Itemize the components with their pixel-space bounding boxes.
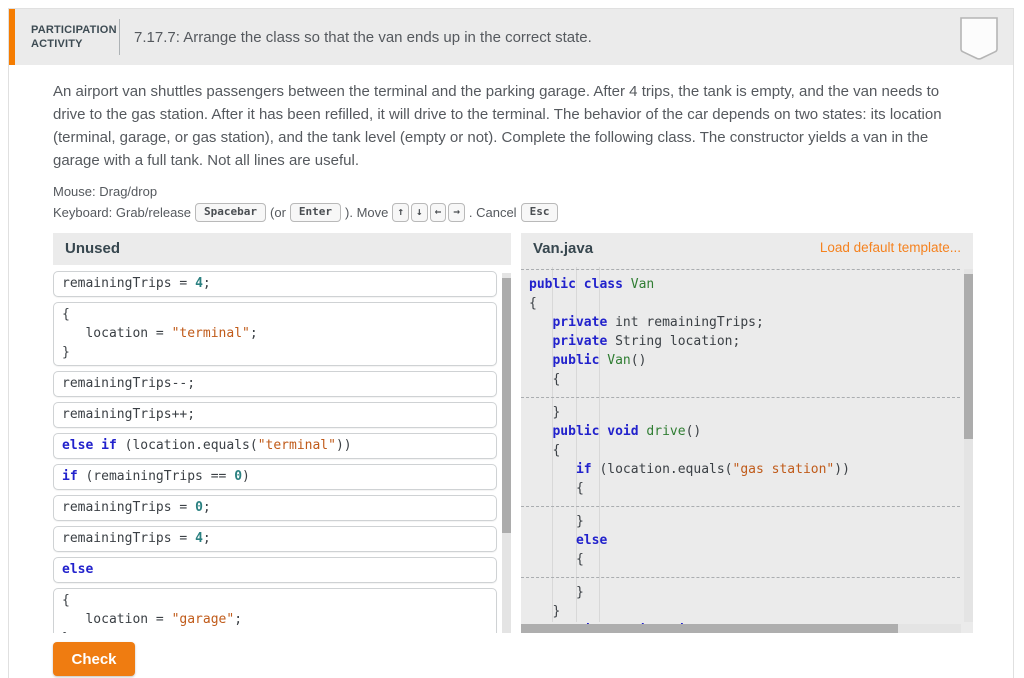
esc-key-badge: Esc [520,203,559,222]
code-line: { [62,593,70,608]
cancel-text: . Cancel [468,205,517,220]
code-line: { [529,372,561,387]
completion-badge-icon [959,17,999,66]
move-text: ). Move [345,205,389,220]
accent-bar [9,9,15,65]
code-line: { [529,552,584,567]
code-line: remainingTrips = 4; [62,276,211,291]
code-line: } [62,629,488,633]
code-line: public void drive() [552,424,702,439]
keyboard-instructions-prefix: Keyboard: Grab/release [53,205,192,220]
arrow-down-icon: ↓ [411,203,428,222]
vanjava-code-area: public class Van { private int remainingT… [521,265,973,633]
template-code-segment[interactable]: } public void drive() { if (location.equ… [521,397,960,506]
unused-panel-scrollbar-thumb[interactable] [502,278,511,533]
activity-card: PARTICIPATION ACTIVITY 7.17.7: Arrange t… [8,8,1014,678]
code-line: { [529,296,537,311]
participation-activity-header: PARTICIPATION ACTIVITY 7.17.7: Arrange t… [9,9,1013,65]
unused-code-block[interactable]: else [53,557,497,583]
mouse-instructions: Mouse: Drag/drop [53,184,158,199]
code-line: } [529,585,584,600]
unused-blocks-area: remainingTrips = 4; { location = "termina… [53,271,511,633]
vanjava-vertical-scrollbar-thumb[interactable] [964,274,973,439]
code-line: remainingTrips = 0; [62,500,211,515]
code-line: else [62,562,94,577]
unused-code-block[interactable]: else if (location.equals("terminal")) [53,433,497,459]
spacebar-key-badge: Spacebar [195,203,267,222]
vanjava-code-segments: public class Van { private int remainingT… [521,265,960,633]
code-line: public class Van [529,277,655,292]
activity-description: An airport van shuttles passengers betwe… [53,83,942,169]
code-line: location = "garage"; [62,612,243,627]
vanjava-horizontal-scrollbar[interactable] [521,624,961,633]
code-line: remainingTrips--; [62,376,196,391]
arrow-key-badges: ↑ ↓ ← → [392,203,465,222]
unused-code-block[interactable]: { location = "garage";} [53,588,497,633]
unused-code-block[interactable]: remainingTrips--; [53,371,497,397]
unused-code-block[interactable]: remainingTrips++; [53,402,497,428]
code-line: { [529,481,584,496]
unused-code-block[interactable]: if (remainingTrips == 0) [53,464,497,490]
unused-code-block[interactable]: remainingTrips = 4; [53,526,497,552]
keyboard-instructions: Keyboard: Grab/release Spacebar (or Ente… [53,203,559,222]
code-line: else if (location.equals("terminal")) [62,438,352,453]
vanjava-vertical-scrollbar[interactable] [964,269,973,622]
unused-panel-scrollbar[interactable] [502,273,511,633]
arrow-up-icon: ↑ [392,203,409,222]
code-line: private String location; [552,334,741,349]
code-line: { [62,307,70,322]
code-line: remainingTrips++; [62,407,196,422]
unused-panel: Unused remainingTrips = 4; { location = "… [53,233,511,633]
unused-code-block[interactable]: remainingTrips = 4; [53,271,497,297]
unused-code-block[interactable]: remainingTrips = 0; [53,495,497,521]
template-code-segment[interactable]: public class Van { private int remainingT… [521,269,960,397]
code-line: location = "terminal"; [62,326,258,341]
code-line: else [575,533,608,548]
code-line: private int remainingTrips; [552,315,764,330]
code-line: } [62,345,70,360]
code-line: public Van() [552,353,647,368]
unused-code-block[interactable]: { location = "terminal";} [53,302,497,366]
or-open-text: (or [270,205,286,220]
arrow-right-icon: → [448,203,465,222]
header-divider [119,19,120,55]
enter-key-badge: Enter [289,203,342,222]
code-line: { [529,443,561,458]
vanjava-panel-header: Van.java Load default template... [521,233,973,265]
badge-line-1: PARTICIPATION [31,24,117,36]
check-button[interactable]: Check [53,642,135,676]
load-default-template-link[interactable]: Load default template... [820,240,961,255]
code-line: } [529,604,561,619]
template-code-segment[interactable]: } else { [521,506,960,577]
vanjava-panel-title: Van.java [533,240,594,257]
code-line: if (remainingTrips == 0) [62,469,250,484]
activity-title: 7.17.7: Arrange the class so that the va… [134,28,592,46]
code-line: } [529,405,561,420]
vanjava-horizontal-scrollbar-thumb[interactable] [521,624,898,633]
vanjava-panel: Van.java Load default template... public… [521,233,973,633]
code-line: } [529,514,584,529]
unused-panel-title: Unused [65,240,121,257]
participation-activity-badge: PARTICIPATION ACTIVITY [31,23,117,51]
badge-line-2: ACTIVITY [31,38,83,50]
code-line: remainingTrips = 4; [62,531,211,546]
arrow-left-icon: ← [429,203,447,222]
unused-panel-header: Unused [53,233,511,265]
code-line: if (location.equals("gas station")) [575,462,850,477]
